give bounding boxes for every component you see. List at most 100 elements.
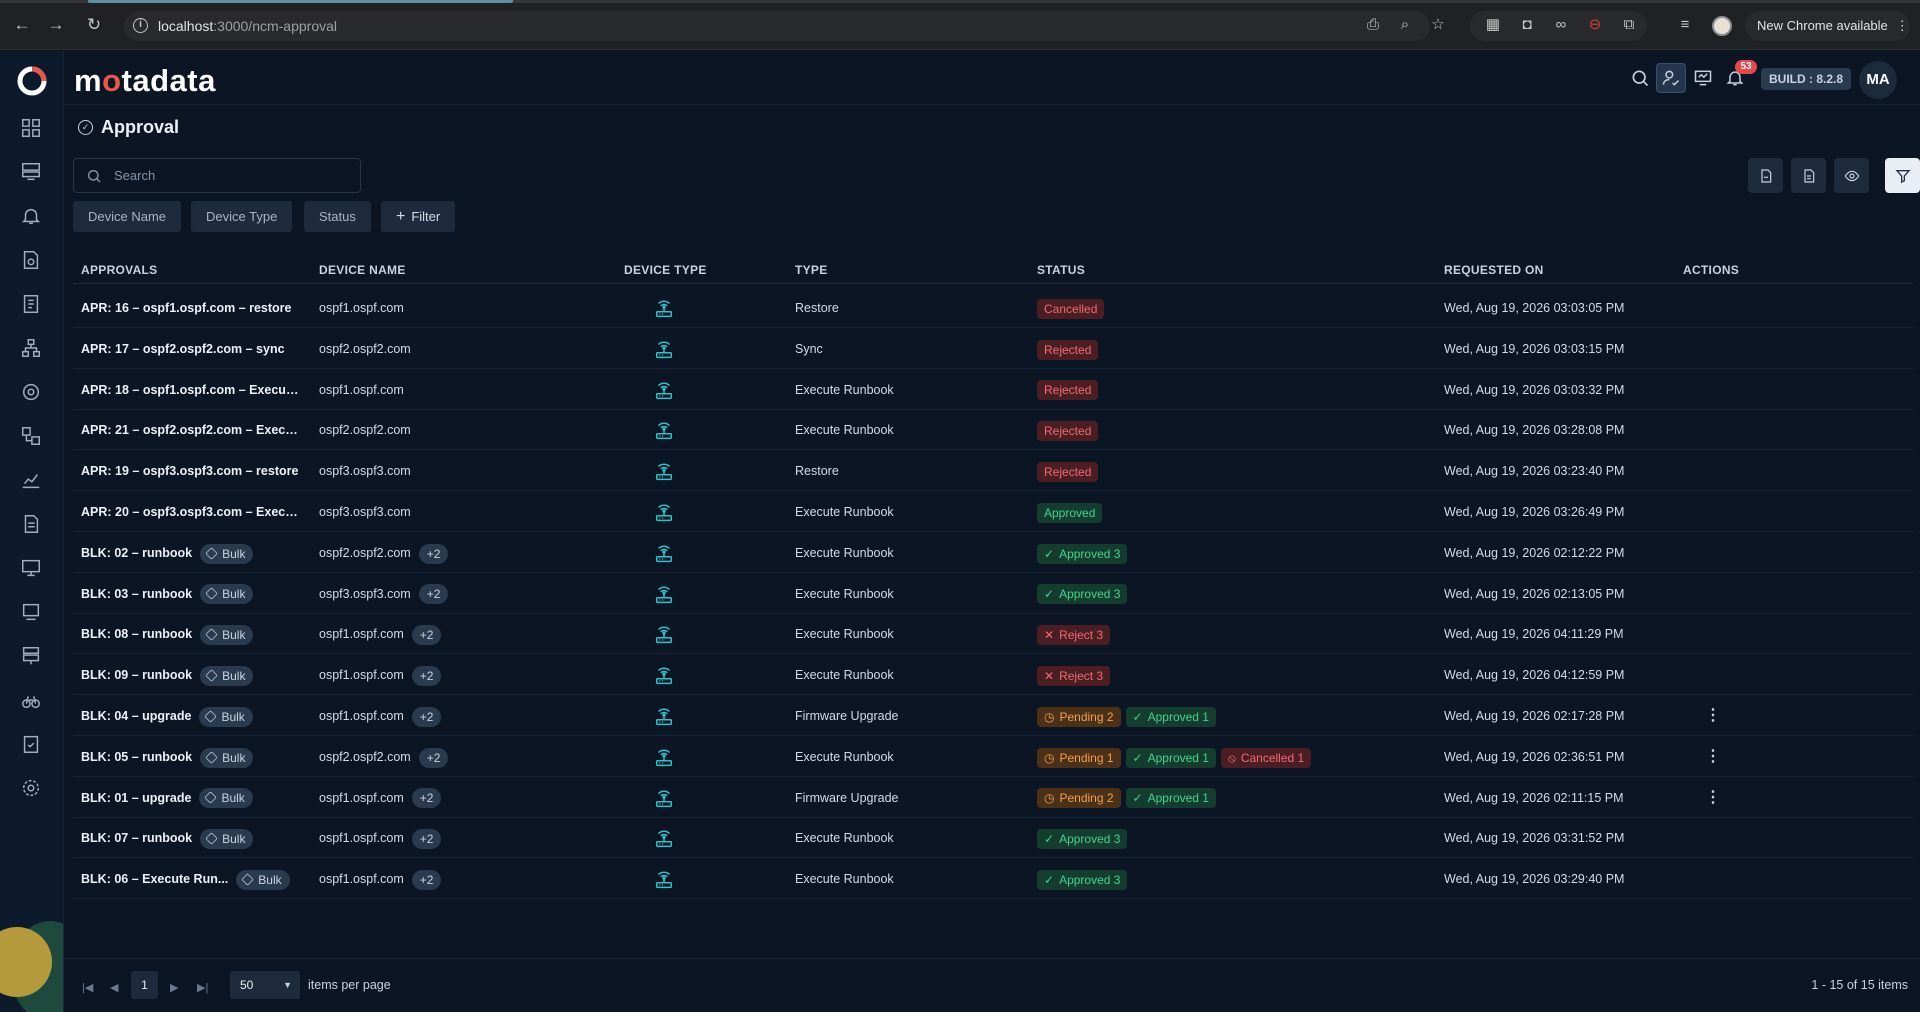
approval-name[interactable]: APR: 20 – ospf3.ospf3.com – Execut... — [81, 492, 301, 532]
kebab-icon[interactable]: ⋮ — [1703, 778, 1723, 818]
config-search-icon[interactable] — [20, 249, 44, 273]
approval-name[interactable]: BLK: 06 – Execute Run... — [81, 859, 228, 899]
forward-icon[interactable]: → — [46, 15, 66, 35]
install-app-icon[interactable]: ⎙ — [1364, 16, 1382, 34]
more-devices-badge[interactable]: +2 — [411, 706, 442, 727]
next-page-icon[interactable]: ▶ — [170, 981, 178, 994]
approval-cell[interactable]: BLK: 02 – runbook Bulk — [81, 533, 254, 573]
table-row[interactable]: BLK: 07 – runbook Bulk ospf1.ospf.com +2 Exe… — [73, 818, 1913, 859]
more-devices-badge[interactable]: +2 — [418, 747, 449, 768]
approval-cell[interactable]: APR: 21 – ospf2.ospf2.com – Execut... — [81, 410, 301, 450]
approval-cell[interactable]: BLK: 09 – runbook Bulk — [81, 655, 254, 695]
back-icon[interactable]: ← — [12, 15, 32, 35]
dashboard-grid-icon[interactable] — [20, 117, 44, 141]
metrics-chart-icon[interactable] — [20, 469, 44, 493]
approval-cell[interactable]: BLK: 03 – runbook Bulk — [81, 574, 254, 614]
reload-icon[interactable]: ↻ — [84, 15, 104, 35]
table-row[interactable]: APR: 17 – ospf2.ospf2.com – sync ospf2.os… — [73, 329, 1913, 369]
approval-clipboard-icon[interactable] — [20, 733, 44, 757]
approval-cell[interactable]: APR: 17 – ospf2.ospf2.com – sync — [81, 329, 285, 369]
puzzle-icon[interactable]: ⧉ — [1620, 16, 1638, 34]
profile-avatar[interactable] — [1712, 16, 1732, 36]
table-row[interactable]: BLK: 03 – runbook Bulk ospf3.ospf3.com +2 Ex… — [73, 574, 1913, 614]
table-row[interactable]: BLK: 09 – runbook Bulk ospf1.ospf.com +2 Exe… — [73, 655, 1913, 696]
approval-name[interactable]: BLK: 04 – upgrade — [81, 696, 191, 736]
approval-name[interactable]: APR: 19 – ospf3.ospf3.com – restore — [81, 451, 298, 491]
search-icon[interactable] — [1625, 63, 1655, 93]
more-devices-badge[interactable]: +2 — [418, 543, 449, 564]
network-icon[interactable] — [20, 645, 44, 669]
active-tab-indicator[interactable] — [88, 0, 513, 3]
more-devices-badge[interactable]: +2 — [411, 665, 442, 686]
app-logo-icon[interactable] — [16, 65, 48, 97]
approval-cell[interactable]: BLK: 05 – runbook Bulk — [81, 737, 254, 777]
logs-document-icon[interactable] — [20, 513, 44, 537]
more-devices-badge[interactable]: +2 — [418, 584, 449, 605]
approval-name[interactable]: BLK: 05 – runbook — [81, 737, 192, 777]
user-avatar[interactable]: MA — [1859, 61, 1897, 99]
monitor-icon[interactable] — [20, 557, 44, 581]
ncm-device-icon[interactable] — [20, 601, 44, 625]
page-size-select[interactable]: 50 ▼ — [230, 971, 300, 999]
prev-page-icon[interactable]: ◀ — [110, 981, 118, 994]
search-input[interactable] — [114, 159, 354, 192]
filter-toggle-button[interactable] — [1885, 158, 1920, 193]
approval-name[interactable]: APR: 21 – ospf2.ospf2.com – Execut... — [81, 410, 301, 450]
chrome-menu-icon[interactable]: ⋮ — [1896, 18, 1909, 33]
export-pdf-button[interactable] — [1748, 158, 1783, 193]
table-row[interactable]: APR: 19 – ospf3.ospf3.com – restore ospf3… — [73, 451, 1913, 492]
filter-status[interactable]: Status — [304, 201, 371, 232]
approval-name[interactable]: BLK: 09 – runbook — [81, 655, 192, 695]
approval-name[interactable]: BLK: 02 – runbook — [81, 533, 192, 573]
table-row[interactable]: APR: 16 – ospf1.ospf.com – restore ospf1.… — [73, 288, 1913, 328]
table-row[interactable]: APR: 18 – ospf1.ospf.com – Execute ... os… — [73, 370, 1913, 410]
search-box[interactable] — [73, 158, 361, 193]
inventory-icon[interactable] — [20, 161, 44, 185]
approval-name[interactable]: APR: 18 – ospf1.ospf.com – Execute ... — [81, 370, 301, 410]
approval-cell[interactable]: BLK: 07 – runbook Bulk — [81, 818, 254, 858]
approval-cell[interactable]: BLK: 08 – runbook Bulk — [81, 614, 254, 654]
column-header-device-type[interactable]: DEVICE TYPE — [624, 263, 707, 277]
table-row[interactable]: BLK: 02 – runbook Bulk ospf2.ospf2.com +2 Ex… — [73, 533, 1913, 573]
first-page-icon[interactable]: |◀ — [82, 981, 93, 994]
more-devices-badge[interactable]: +2 — [411, 869, 442, 890]
approval-cell[interactable]: APR: 16 – ospf1.ospf.com – restore — [81, 288, 291, 328]
more-devices-badge[interactable]: +2 — [411, 625, 442, 646]
more-devices-badge[interactable]: +2 — [411, 788, 442, 809]
topology-icon[interactable] — [20, 337, 44, 361]
new-chrome-available-button[interactable]: New Chrome available ⋮ — [1745, 11, 1910, 41]
approval-cell[interactable]: BLK: 01 – upgrade Bulk — [81, 778, 253, 818]
zoom-icon[interactable]: ⌕ — [1396, 16, 1414, 34]
filter-device-name[interactable]: Device Name — [73, 201, 182, 232]
column-header-requested-on[interactable]: REQUESTED ON — [1444, 263, 1544, 277]
reports-icon[interactable] — [20, 293, 44, 317]
approval-name[interactable]: APR: 16 – ospf1.ospf.com – restore — [81, 288, 291, 328]
table-row[interactable]: BLK: 01 – upgrade Bulk ospf1.ospf.com +2 Fir… — [73, 778, 1913, 818]
add-filter-button[interactable]: + Filter — [381, 201, 456, 232]
kebab-icon[interactable]: ⋮ — [1703, 737, 1723, 777]
table-row[interactable]: APR: 21 – ospf2.ospf2.com – Execut... osp… — [73, 410, 1913, 451]
approval-name[interactable]: BLK: 07 – runbook — [81, 818, 192, 858]
address-bar[interactable]: i localhost:3000/ncm-approval — [124, 11, 1430, 41]
alerts-bell-icon[interactable] — [20, 205, 44, 229]
extension-icon[interactable]: ∞ — [1552, 16, 1570, 34]
approval-name[interactable]: BLK: 08 – runbook — [81, 614, 192, 654]
approval-name[interactable]: APR: 17 – ospf2.ospf2.com – sync — [81, 329, 285, 369]
table-row[interactable]: BLK: 08 – runbook Bulk ospf1.ospf.com +2 Exe… — [73, 614, 1913, 655]
approval-cell[interactable]: BLK: 06 – Execute Run... Bulk — [81, 859, 290, 899]
extension-icon[interactable]: ▦ — [1484, 16, 1502, 34]
column-header-type[interactable]: TYPE — [795, 263, 828, 277]
approval-name[interactable]: BLK: 03 – runbook — [81, 574, 192, 614]
column-visibility-button[interactable] — [1834, 158, 1869, 193]
approval-name[interactable]: BLK: 01 – upgrade — [81, 778, 191, 818]
column-header-approvals[interactable]: APPROVALS — [81, 263, 158, 277]
approval-cell[interactable]: APR: 20 – ospf3.ospf3.com – Execut... — [81, 492, 301, 532]
last-page-icon[interactable]: ▶| — [197, 981, 208, 994]
kebab-icon[interactable]: ⋮ — [1703, 696, 1723, 736]
current-page[interactable]: 1 — [131, 971, 158, 999]
user-approval-icon[interactable] — [1656, 63, 1686, 93]
extension-icon[interactable]: ⊖ — [1586, 16, 1604, 34]
table-row[interactable]: BLK: 04 – upgrade Bulk ospf1.ospf.com +2 Fir… — [73, 696, 1913, 736]
table-row[interactable]: APR: 20 – ospf3.ospf3.com – Execut... osp… — [73, 492, 1913, 532]
monitor-settings-icon[interactable] — [1688, 63, 1718, 93]
